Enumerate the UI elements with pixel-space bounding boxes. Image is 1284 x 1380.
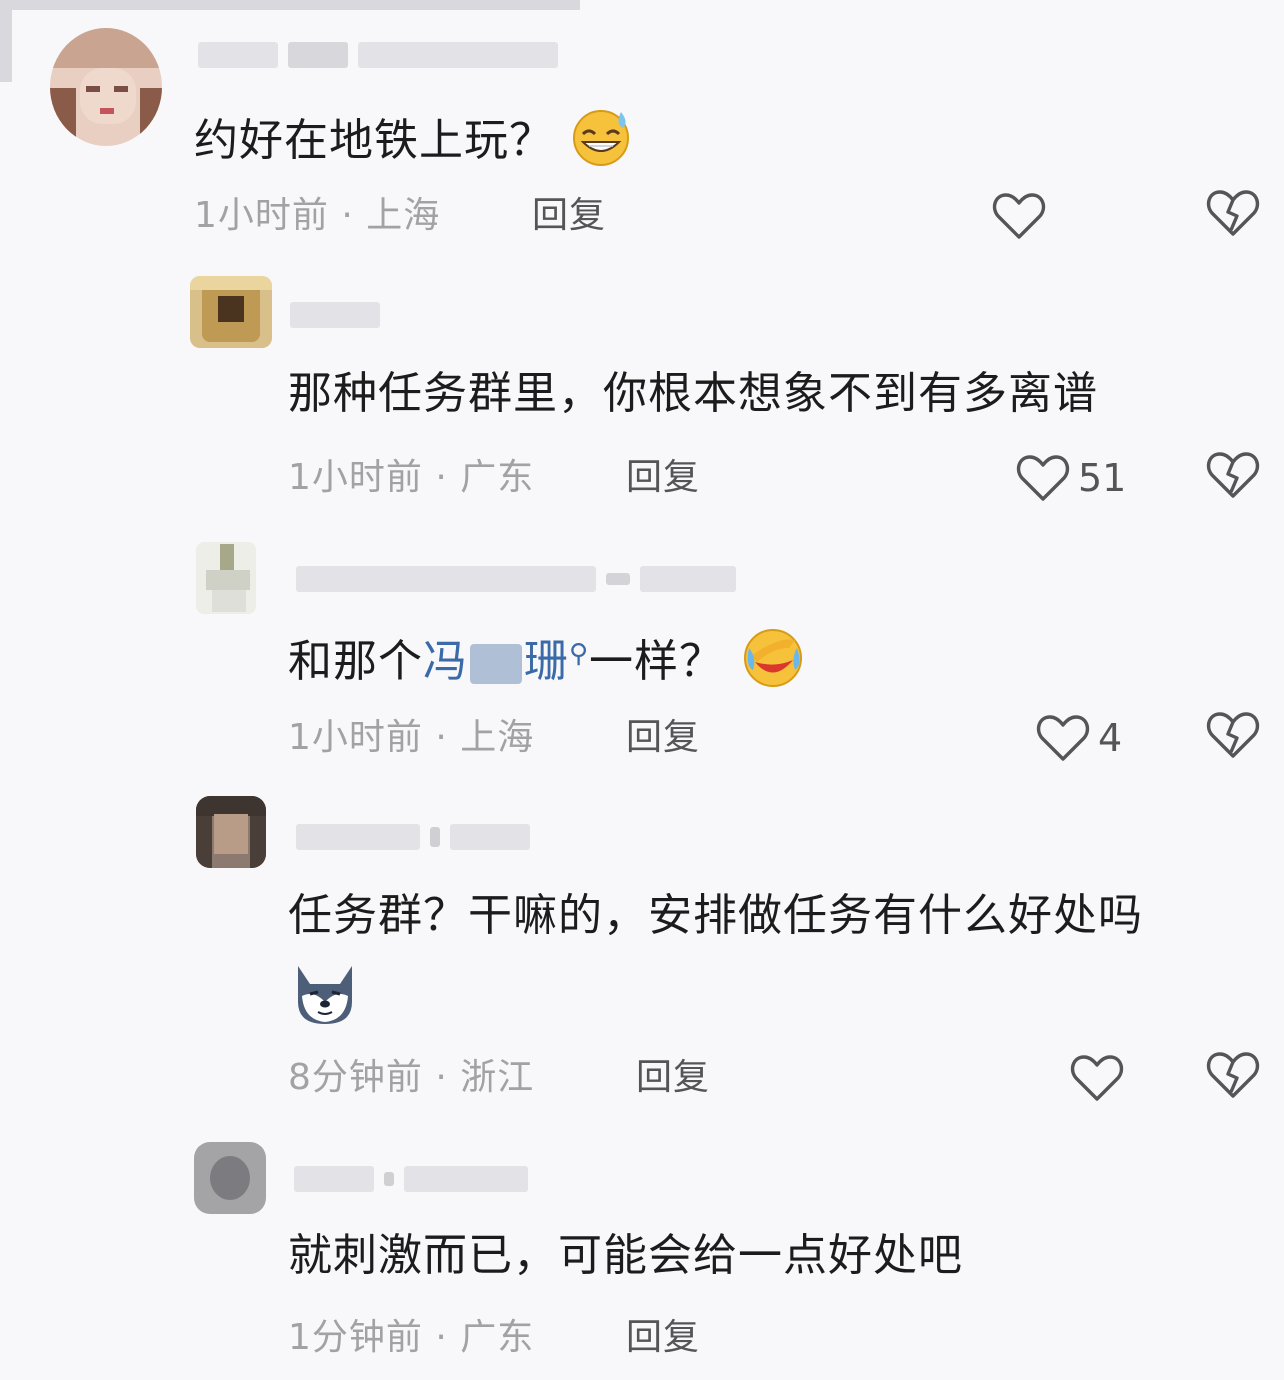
dislike-button[interactable] [1206, 710, 1262, 766]
comment-time-location: 1分钟前 · 广东 [288, 1317, 535, 1358]
broken-heart-icon [1206, 1052, 1260, 1098]
comment-1: 约好在地铁上玩？ 1小时前 · 上海 回复 [0, 0, 1284, 260]
avatar[interactable] [196, 796, 266, 868]
like-button[interactable]: 4 [1036, 710, 1122, 766]
username-blurred[interactable] [294, 1162, 528, 1196]
broken-heart-icon [1206, 712, 1260, 758]
person-search-link[interactable]: 冯珊⚲ [423, 636, 589, 687]
search-icon: ⚲ [569, 639, 590, 669]
comment-time-location: 1小时前 · 上海 [288, 717, 535, 758]
like-button[interactable] [992, 188, 1054, 244]
blurred-name-part [470, 644, 522, 684]
broken-heart-icon [1206, 452, 1260, 498]
grinning-sweat-emoji [569, 106, 635, 180]
reply-button[interactable]: 回复 [626, 1316, 700, 1360]
dislike-button[interactable] [1206, 188, 1262, 244]
comment-time-location: 8分钟前 · 浙江 [288, 1057, 535, 1098]
avatar[interactable] [50, 28, 162, 146]
comment-3: 和那个冯 珊⚲一样？ 1小时前 · 上海 回复 4 [0, 530, 1284, 790]
comment-2: 那种任务群里，你根本想象不到有多离谱 1小时前 · 广东 回复 51 [0, 260, 1284, 530]
reply-button[interactable]: 回复 [626, 716, 700, 760]
dislike-button[interactable] [1206, 1050, 1262, 1106]
avatar[interactable] [194, 1142, 266, 1214]
comment-4: 任务群？干嘛的，安排做任务有什么好处吗 8分钟前 · 浙江 回复 [0, 790, 1284, 1130]
username-blurred[interactable] [296, 820, 530, 854]
comment-text: 就刺激而已，可能会给一点好处吧 [288, 1230, 963, 1281]
like-button[interactable]: 51 [1016, 450, 1126, 506]
heart-outline-icon [1016, 455, 1070, 501]
username-blurred[interactable] [198, 38, 558, 72]
reply-button[interactable]: 回复 [532, 194, 606, 238]
avatar[interactable] [190, 276, 272, 348]
broken-heart-icon [1206, 190, 1260, 236]
heart-outline-icon [1070, 1055, 1124, 1101]
laughing-crying-emoji [739, 626, 805, 702]
like-count: 4 [1098, 716, 1123, 760]
comment-text: 那种任务群里，你根本想象不到有多离谱 [288, 368, 1098, 419]
comment-text: 任务群？干嘛的，安排做任务有什么好处吗 [288, 890, 1143, 941]
avatar[interactable] [196, 542, 256, 614]
heart-outline-icon [992, 193, 1046, 239]
username-blurred[interactable] [296, 562, 736, 596]
comment-time-location: 1小时前 · 上海 [194, 195, 441, 236]
comment-5: 就刺激而已，可能会给一点好处吧 1分钟前 · 广东 回复 [0, 1130, 1284, 1380]
username-blurred[interactable] [290, 298, 380, 332]
reply-button[interactable]: 回复 [636, 1056, 710, 1100]
like-count: 51 [1078, 456, 1127, 500]
comment-time-location: 1小时前 · 广东 [288, 457, 535, 498]
heart-outline-icon [1036, 715, 1090, 761]
comment-text: 约好在地铁上玩？ [194, 106, 635, 180]
dislike-button[interactable] [1206, 450, 1262, 506]
reply-button[interactable]: 回复 [626, 456, 700, 500]
husky-dog-emoji [290, 962, 360, 1032]
like-button[interactable] [1070, 1050, 1132, 1106]
comment-text: 和那个冯 珊⚲一样？ [288, 626, 805, 702]
